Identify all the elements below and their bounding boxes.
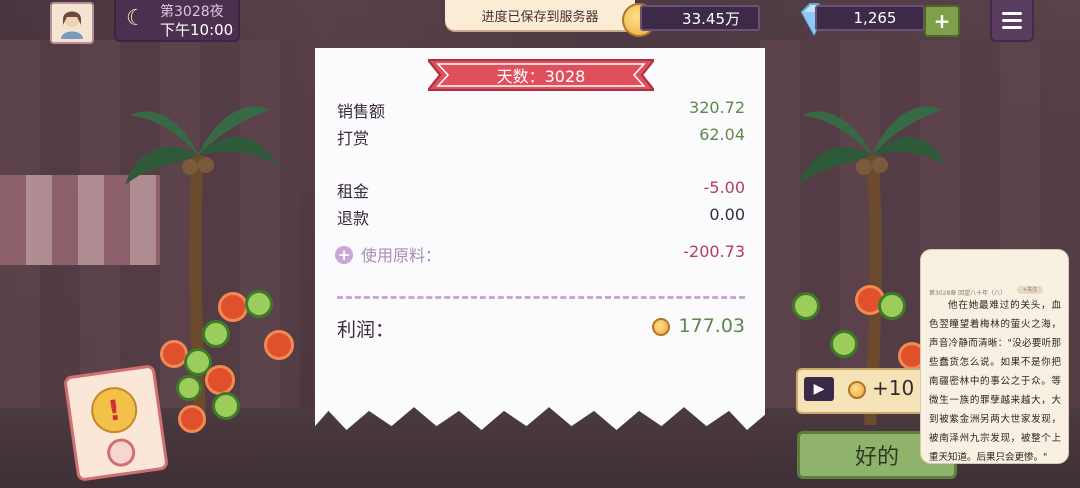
tomato-slice: [264, 330, 294, 360]
refund-label: 退款: [337, 209, 370, 228]
coin-icon: [848, 381, 866, 399]
menu-button[interactable]: [990, 0, 1034, 42]
jalapeno-slice: [212, 392, 240, 420]
moon-icon: ☾: [126, 6, 146, 31]
ingredients-label[interactable]: 使用原料：: [361, 242, 441, 266]
night-count: 第3028夜: [160, 4, 224, 20]
reading-overlay-panel[interactable]: 第3028章 回望八十年（八） +关注 他在她最难过的关头，血色翌瞳望着梅林的萤…: [921, 250, 1068, 463]
clock-time: 下午10:00: [160, 21, 234, 39]
profit-label: 利润：: [337, 319, 395, 341]
expand-ingredients-icon[interactable]: +: [335, 246, 353, 264]
jalapeno-slice: [245, 290, 273, 318]
coin-balance: 33.45万: [640, 5, 760, 31]
chapter-text: 他在她最难过的关头，血色翌瞳望着梅林的萤火之海，声音冷静而清晰："没必要听那些蠢…: [929, 300, 1061, 463]
tomato-slice: [178, 405, 206, 433]
hamburger-icon-line: [1002, 18, 1022, 22]
day-banner-label: 天数：3028: [496, 67, 586, 86]
sales-value: 320.72: [689, 98, 745, 117]
rent-label: 租金: [337, 182, 370, 201]
save-toast: 进度已保存到服务器: [445, 0, 635, 30]
jalapeno-slice: [792, 292, 820, 320]
add-gems-button[interactable]: +: [924, 5, 960, 37]
card-button-dot: [105, 436, 137, 469]
tips-label: 打赏: [337, 129, 370, 148]
ad-reward-amount: +10: [872, 376, 915, 400]
jalapeno-slice: [176, 375, 202, 401]
receipt-divider: [337, 296, 745, 299]
exclamation-icon: !: [88, 384, 141, 437]
jalapeno-slice: [878, 292, 906, 320]
follow-pill[interactable]: +关注: [1017, 286, 1043, 294]
hamburger-icon-line: [1002, 25, 1022, 29]
profit-value: 177.03: [678, 315, 745, 337]
jalapeno-slice: [202, 320, 230, 348]
tomato-slice: [205, 365, 235, 395]
video-play-icon: ▶: [804, 377, 834, 401]
ingredients-value: -200.73: [683, 242, 745, 261]
tomato-slice: [218, 292, 248, 322]
hamburger-icon-line: [1002, 11, 1022, 15]
jalapeno-slice: [830, 330, 858, 358]
sales-label: 销售额: [337, 102, 386, 121]
tips-value: 62.04: [699, 125, 745, 144]
day-time-panel: ☾ 第3028夜 下午10:00: [114, 0, 240, 42]
alert-card[interactable]: !: [63, 364, 169, 482]
refund-value: 0.00: [709, 205, 745, 224]
rent-value: -5.00: [703, 178, 745, 197]
avatar-portrait-icon: [61, 11, 83, 39]
player-avatar[interactable]: [50, 2, 94, 44]
coin-icon: [652, 318, 670, 336]
gem-balance: 1,265: [815, 5, 925, 31]
